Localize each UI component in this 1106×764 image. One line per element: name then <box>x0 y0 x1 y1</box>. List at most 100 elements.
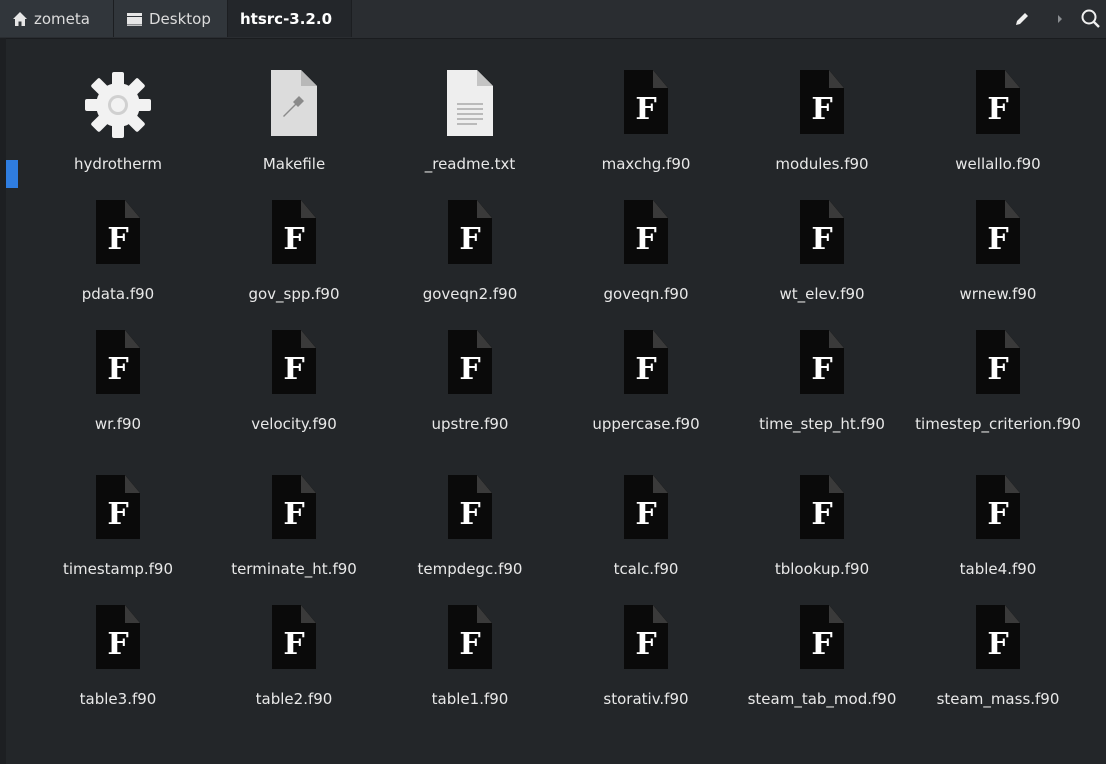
file-item[interactable]: Makefile <box>206 70 382 174</box>
file-item[interactable]: Fmodules.f90 <box>734 70 910 174</box>
file-item[interactable]: Ftcalc.f90 <box>558 475 734 579</box>
pencil-icon[interactable] <box>1012 9 1032 29</box>
home-icon <box>13 11 27 26</box>
fortran-letter: F <box>459 497 481 532</box>
fortran-letter: F <box>811 92 833 127</box>
file-item[interactable]: Fwellallo.f90 <box>910 70 1086 174</box>
fortran-document-shape: F <box>272 605 316 669</box>
text-file-icon <box>382 70 558 148</box>
fortran-document-shape: F <box>272 330 316 394</box>
fortran-document-shape: F <box>800 200 844 264</box>
file-name-label: wellallo.f90 <box>955 155 1041 173</box>
file-item[interactable]: Fgoveqn.f90 <box>558 200 734 304</box>
file-name-label: tblookup.f90 <box>774 560 870 578</box>
page-fold <box>477 475 492 493</box>
file-name-label: table4.f90 <box>959 560 1037 578</box>
breadcrumb-desktop-label: Desktop <box>149 9 211 28</box>
file-item[interactable]: Ftable2.f90 <box>206 605 382 709</box>
fortran-letter: F <box>107 627 129 662</box>
fortran-letter: F <box>635 497 657 532</box>
chevron-right-icon[interactable] <box>1055 12 1065 26</box>
file-item[interactable]: Fuppercase.f90 <box>558 330 734 434</box>
page-fold <box>125 200 140 218</box>
fortran-file-icon: F <box>910 475 1086 553</box>
file-item[interactable]: hydrotherm <box>30 70 206 174</box>
fortran-file-icon: F <box>910 330 1086 408</box>
file-item[interactable]: Ftable4.f90 <box>910 475 1086 579</box>
fortran-letter: F <box>811 497 833 532</box>
file-item[interactable]: Fupstre.f90 <box>382 330 558 434</box>
fortran-letter: F <box>811 352 833 387</box>
file-name-label: terminate_ht.f90 <box>231 560 357 578</box>
fortran-file-icon: F <box>206 605 382 683</box>
page-fold <box>1005 605 1020 623</box>
fortran-file-icon: F <box>734 475 910 553</box>
file-item[interactable]: Fsteam_tab_mod.f90 <box>734 605 910 709</box>
page-fold <box>653 605 668 623</box>
fortran-letter: F <box>987 352 1009 387</box>
file-item[interactable]: Fterminate_ht.f90 <box>206 475 382 579</box>
page-fold <box>301 200 316 218</box>
file-name-label: hydrotherm <box>73 155 163 173</box>
page-fold <box>829 200 844 218</box>
file-item[interactable]: Ftable3.f90 <box>30 605 206 709</box>
breadcrumb-empty-area[interactable] <box>352 0 1042 37</box>
fortran-letter: F <box>811 222 833 257</box>
fortran-document-shape: F <box>448 605 492 669</box>
file-item[interactable]: Fpdata.f90 <box>30 200 206 304</box>
fortran-document-shape: F <box>96 330 140 394</box>
file-item[interactable]: Fgoveqn2.f90 <box>382 200 558 304</box>
file-item[interactable]: Fwrnew.f90 <box>910 200 1086 304</box>
fortran-letter: F <box>107 352 129 387</box>
page-fold <box>1005 200 1020 218</box>
file-name-label: wr.f90 <box>94 415 142 433</box>
file-item[interactable]: Fmaxchg.f90 <box>558 70 734 174</box>
file-item[interactable]: Ftime_step_ht.f90 <box>734 330 910 434</box>
file-item[interactable]: Ftable1.f90 <box>382 605 558 709</box>
file-item[interactable]: Ftblookup.f90 <box>734 475 910 579</box>
file-item[interactable]: Ftimestamp.f90 <box>30 475 206 579</box>
breadcrumb-home-label: zometa <box>34 9 90 28</box>
breadcrumb-home[interactable]: zometa <box>0 0 114 37</box>
fortran-letter: F <box>987 627 1009 662</box>
fortran-file-icon: F <box>734 70 910 148</box>
page-fold <box>125 330 140 348</box>
file-name-label: table1.f90 <box>431 690 509 708</box>
fortran-letter: F <box>459 627 481 662</box>
fortran-document-shape: F <box>448 330 492 394</box>
file-item[interactable]: Fwr.f90 <box>30 330 206 434</box>
file-item[interactable]: Fsteam_mass.f90 <box>910 605 1086 709</box>
fortran-document-shape: F <box>448 200 492 264</box>
fortran-document-shape: F <box>800 605 844 669</box>
fortran-letter: F <box>987 92 1009 127</box>
file-name-label: _readme.txt <box>424 155 516 173</box>
fortran-file-icon: F <box>910 200 1086 278</box>
fortran-document-shape: F <box>800 475 844 539</box>
file-name-label: goveqn2.f90 <box>422 285 518 303</box>
fortran-file-icon: F <box>382 330 558 408</box>
fortran-letter: F <box>811 627 833 662</box>
file-name-label: goveqn.f90 <box>603 285 689 303</box>
page-fold <box>125 605 140 623</box>
fortran-file-icon: F <box>734 200 910 278</box>
breadcrumb-desktop[interactable]: Desktop <box>114 0 228 37</box>
page-fold <box>301 605 316 623</box>
file-item[interactable]: Fvelocity.f90 <box>206 330 382 434</box>
page-fold <box>301 475 316 493</box>
file-item[interactable]: Fstorativ.f90 <box>558 605 734 709</box>
page-fold <box>653 200 668 218</box>
file-item[interactable]: Fwt_elev.f90 <box>734 200 910 304</box>
file-item[interactable]: Ftempdegc.f90 <box>382 475 558 579</box>
scroll-position-marker[interactable] <box>6 160 18 188</box>
breadcrumb-current[interactable]: htsrc-3.2.0 <box>228 0 352 37</box>
search-icon[interactable] <box>1078 6 1104 32</box>
file-name-label: table2.f90 <box>255 690 333 708</box>
file-item[interactable]: Fgov_spp.f90 <box>206 200 382 304</box>
fortran-document-shape: F <box>624 475 668 539</box>
page-fold <box>1005 475 1020 493</box>
file-item[interactable]: Ftimestep_criterion.f90 <box>910 330 1086 434</box>
file-item[interactable]: _readme.txt <box>382 70 558 174</box>
fortran-file-icon: F <box>206 330 382 408</box>
file-name-label: tempdegc.f90 <box>417 560 523 578</box>
fortran-document-shape: F <box>976 605 1020 669</box>
